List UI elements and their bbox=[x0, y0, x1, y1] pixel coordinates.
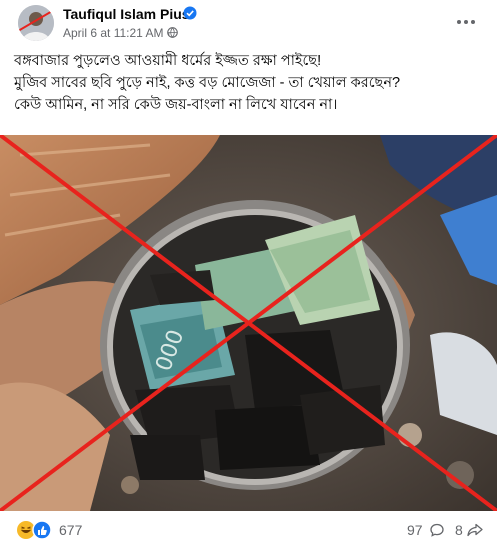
post-photo[interactable]: 000 bbox=[0, 135, 497, 511]
verified-badge-icon bbox=[183, 6, 197, 20]
post-meta: April 6 at 11:21 AM · bbox=[63, 26, 171, 40]
comments-count[interactable]: 97 bbox=[407, 522, 423, 538]
more-options-icon[interactable] bbox=[452, 8, 480, 36]
comment-icon[interactable] bbox=[430, 523, 444, 537]
share-icon[interactable] bbox=[467, 523, 483, 537]
shares-count[interactable]: 8 bbox=[455, 522, 463, 538]
reactions-count[interactable]: 677 bbox=[59, 522, 82, 538]
author-name[interactable]: Taufiqul Islam Pius bbox=[63, 6, 190, 22]
caption-line: কেউ আমিন, না সরি কেউ জয়-বাংলা না লিখে য… bbox=[14, 97, 338, 113]
post-caption: বঙ্গবাজার পুড়লেও আওয়ামী ধর্মের ইজ্জত র… bbox=[14, 50, 484, 116]
caption-line: বঙ্গবাজার পুড়লেও আওয়ামী ধর্মের ইজ্জত র… bbox=[14, 53, 322, 69]
globe-icon bbox=[167, 27, 178, 38]
post-header: Taufiqul Islam Pius April 6 at 11:21 AM … bbox=[0, 0, 497, 46]
avatar[interactable] bbox=[18, 5, 54, 41]
reactions-icon-group[interactable] bbox=[16, 520, 52, 540]
post-footer: 677 97 8 bbox=[0, 511, 497, 548]
caption-line: মুজিব সাবের ছবি পুড়ে নাই, কত্ত বড় মোজে… bbox=[14, 75, 401, 91]
post-date[interactable]: April 6 at 11:21 AM bbox=[63, 26, 164, 40]
like-reaction-icon bbox=[32, 520, 52, 540]
